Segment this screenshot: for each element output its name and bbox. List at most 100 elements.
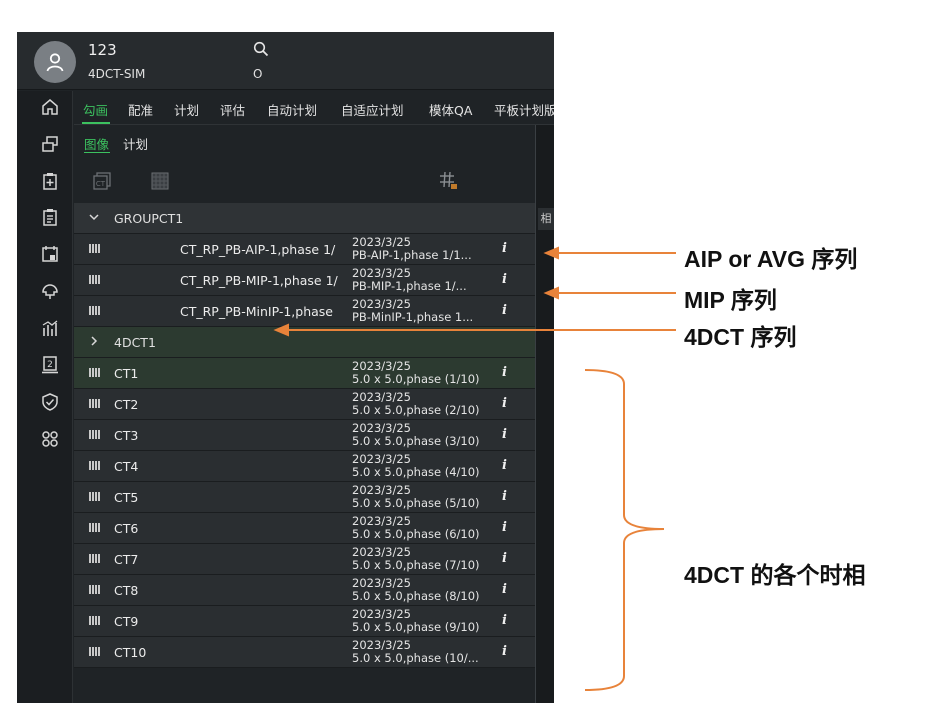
series-name: CT4 <box>114 459 139 474</box>
drag-handle-icon[interactable] <box>89 492 100 501</box>
user-icon <box>46 53 64 72</box>
drag-handle-icon[interactable] <box>89 244 100 253</box>
app-window: 123 4DCT-SIM O 2 勾画 配准 计划 评估 自动计划 自适应计划 … <box>17 32 554 703</box>
series-date: 2023/3/25 <box>352 514 411 528</box>
clipboard-plus-icon[interactable] <box>39 170 61 192</box>
info-icon[interactable]: i <box>502 303 507 318</box>
annotation-4dct: 4DCT 序列 <box>684 324 797 350</box>
info-icon[interactable]: i <box>502 489 507 504</box>
series-row-ct9[interactable]: CT9 2023/3/25 5.0 x 5.0,phase (9/10) i <box>74 606 535 637</box>
clipboard-list-icon[interactable] <box>39 206 61 228</box>
drag-handle-icon[interactable] <box>89 461 100 470</box>
svg-text:CT: CT <box>96 180 106 188</box>
info-icon[interactable]: i <box>502 582 507 597</box>
drag-handle-icon[interactable] <box>89 616 100 625</box>
series-row-ct2[interactable]: CT2 2023/3/25 5.0 x 5.0,phase (2/10) i <box>74 389 535 420</box>
avatar[interactable] <box>34 41 76 83</box>
group-label: GROUPCT1 <box>114 211 184 226</box>
series-row-ct8[interactable]: CT8 2023/3/25 5.0 x 5.0,phase (8/10) i <box>74 575 535 606</box>
drag-handle-icon[interactable] <box>89 647 100 656</box>
info-icon[interactable]: i <box>502 644 507 659</box>
info-icon[interactable]: i <box>502 241 507 256</box>
tab-phantom-qa[interactable]: 模体QA <box>429 100 472 119</box>
sub-tabs: 图像 计划 <box>74 125 554 159</box>
series-date: 2023/3/25 <box>352 390 411 404</box>
info-icon[interactable]: i <box>502 272 507 287</box>
tab-flat-plan[interactable]: 平板计划版 <box>494 100 554 119</box>
drag-handle-icon[interactable] <box>89 523 100 532</box>
calendar-icon[interactable] <box>39 243 61 265</box>
active-tab-indicator <box>82 122 110 124</box>
group-header-4dct1[interactable]: 4DCT1 <box>74 327 535 358</box>
series-description: 5.0 x 5.0,phase (2/10) <box>352 404 480 417</box>
chevron-down-icon[interactable] <box>88 211 100 226</box>
series-date: 2023/3/25 <box>352 607 411 621</box>
chart-icon[interactable] <box>39 317 61 339</box>
info-icon[interactable]: i <box>502 613 507 628</box>
series-date: 2023/3/25 <box>352 452 411 466</box>
info-icon[interactable]: i <box>502 427 507 442</box>
series-row-ct7[interactable]: CT7 2023/3/25 5.0 x 5.0,phase (7/10) i <box>74 544 535 575</box>
subtab-plan[interactable]: 计划 <box>123 134 148 153</box>
command-icon[interactable] <box>39 428 61 450</box>
annotation-mip: MIP 序列 <box>684 287 777 313</box>
series-description: 5.0 x 5.0,phase (3/10) <box>352 435 480 448</box>
info-icon[interactable]: i <box>502 365 507 380</box>
series-row-ct5[interactable]: CT5 2023/3/25 5.0 x 5.0,phase (5/10) i <box>74 482 535 513</box>
drag-handle-icon[interactable] <box>89 399 100 408</box>
series-row-ct6[interactable]: CT6 2023/3/25 5.0 x 5.0,phase (6/10) i <box>74 513 535 544</box>
annotation-aip: AIP or AVG 序列 <box>684 246 858 272</box>
tab-adaptive-plan[interactable]: 自适应计划 <box>341 100 404 119</box>
image-toolbar: CT <box>74 159 534 203</box>
info-icon[interactable]: i <box>502 458 507 473</box>
info-icon[interactable]: i <box>502 551 507 566</box>
series-name: CT8 <box>114 583 139 598</box>
series-date: 2023/3/25 <box>352 266 411 280</box>
series-row-aip[interactable]: CT_RP_PB-AIP-1,phase 1/ 2023/3/25 PB-AIP… <box>74 234 535 265</box>
grid-view-icon[interactable] <box>150 171 170 191</box>
series-description: 5.0 x 5.0,phase (6/10) <box>352 528 480 541</box>
home-icon[interactable] <box>39 96 61 118</box>
series-description: 5.0 x 5.0,phase (5/10) <box>352 497 480 510</box>
series-description: 5.0 x 5.0,phase (1/10) <box>352 373 480 386</box>
tab-contouring[interactable]: 勾画 <box>83 100 108 119</box>
subtab-image[interactable]: 图像 <box>84 134 109 153</box>
series-name: CT1 <box>114 366 139 381</box>
tab-plan[interactable]: 计划 <box>174 100 199 119</box>
drag-handle-icon[interactable] <box>89 306 100 315</box>
series-row-ct1[interactable]: CT1 2023/3/25 5.0 x 5.0,phase (1/10) i <box>74 358 535 389</box>
group-header-groupct1[interactable]: GROUPCT1 <box>74 203 535 234</box>
beam-icon[interactable] <box>39 280 61 302</box>
layers-icon[interactable] <box>39 133 61 155</box>
drag-handle-icon[interactable] <box>89 585 100 594</box>
series-date: 2023/3/25 <box>352 483 411 497</box>
series-stack-icon[interactable]: CT <box>92 171 112 191</box>
series-date: 2023/3/25 <box>352 235 411 249</box>
series-row-ct3[interactable]: CT3 2023/3/25 5.0 x 5.0,phase (3/10) i <box>74 420 535 451</box>
side-panel-tab[interactable]: 相 <box>538 208 554 230</box>
drag-handle-icon[interactable] <box>89 275 100 284</box>
info-icon[interactable]: i <box>502 520 507 535</box>
tab-evaluation[interactable]: 评估 <box>220 100 245 119</box>
shield-icon[interactable] <box>39 391 61 413</box>
grid-lock-icon[interactable] <box>439 171 459 191</box>
chevron-right-icon[interactable] <box>88 335 100 350</box>
series-description: 5.0 x 5.0,phase (7/10) <box>352 559 480 572</box>
tab-registration[interactable]: 配准 <box>128 100 153 119</box>
series-description: PB-MinIP-1,phase 1... <box>352 311 474 324</box>
drag-handle-icon[interactable] <box>89 368 100 377</box>
series-name: CT7 <box>114 552 139 567</box>
patient-header: 123 4DCT-SIM O <box>17 32 554 90</box>
drag-handle-icon[interactable] <box>89 430 100 439</box>
drag-handle-icon[interactable] <box>89 554 100 563</box>
tab-auto-plan[interactable]: 自动计划 <box>267 100 317 119</box>
info-icon[interactable]: i <box>502 396 507 411</box>
search-button[interactable] <box>253 41 269 61</box>
series-name: CT3 <box>114 428 139 443</box>
series-row-minip[interactable]: CT_RP_PB-MinIP-1,phase 2023/3/25 PB-MinI… <box>74 296 535 327</box>
series-row-mip[interactable]: CT_RP_PB-MIP-1,phase 1/ 2023/3/25 PB-MIP… <box>74 265 535 296</box>
series-row-ct4[interactable]: CT4 2023/3/25 5.0 x 5.0,phase (4/10) i <box>74 451 535 482</box>
series-row-ct10[interactable]: CT10 2023/3/25 5.0 x 5.0,phase (10/... i <box>74 637 535 668</box>
report-icon[interactable]: 2 <box>39 354 61 376</box>
series-name: CT10 <box>114 645 147 660</box>
